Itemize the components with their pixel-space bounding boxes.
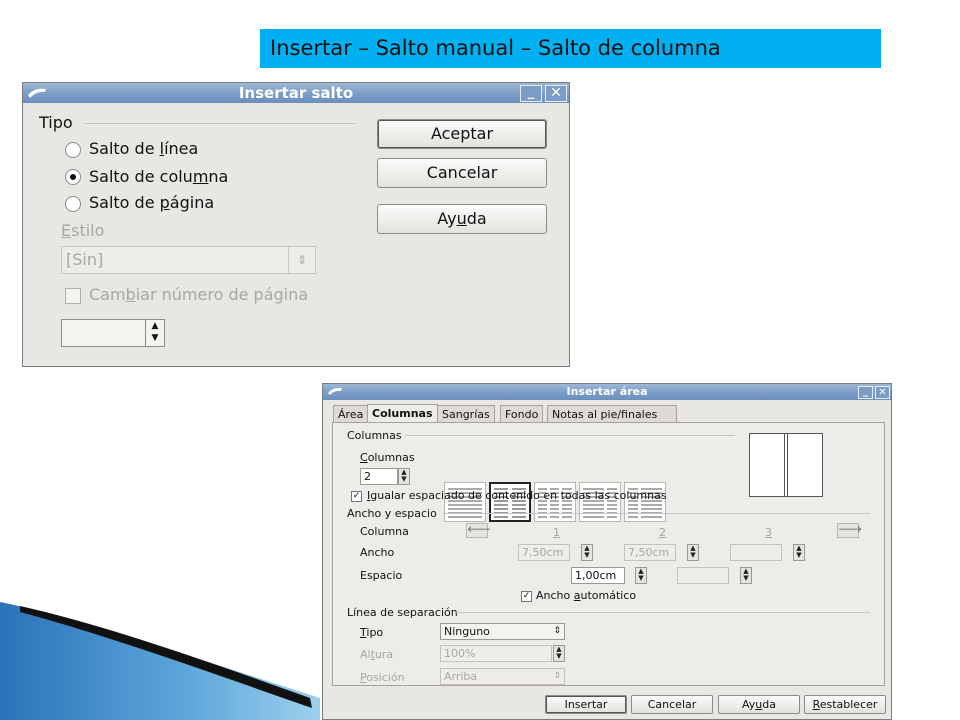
spacing-label: Espacio: [360, 569, 403, 582]
insert-button[interactable]: Insertar: [545, 695, 627, 714]
tab-footnotes[interactable]: Notas al pie/finales: [547, 405, 677, 422]
radio-column-break[interactable]: [65, 169, 81, 185]
width-spin-2-icon[interactable]: ▲ ▼: [687, 544, 699, 561]
radio-line-break-label: Salto de línea: [89, 139, 199, 158]
spacing-field-2[interactable]: [677, 567, 729, 584]
reset-button[interactable]: Restablecer: [804, 695, 886, 714]
auto-width-checkbox[interactable]: ✓: [521, 591, 532, 602]
radio-column-break-label: Salto de columna: [89, 167, 229, 186]
slide-title: Insertar – Salto manual – Salto de colum…: [260, 29, 881, 68]
preset-wide-right[interactable]: [624, 482, 666, 522]
columns-spin-icon[interactable]: ▲ ▼: [398, 468, 410, 485]
spacing-spin-1-icon[interactable]: ▲ ▼: [635, 567, 647, 584]
style-combo[interactable]: [Sin] ⇕: [61, 246, 316, 274]
column-row-label: Columna: [360, 525, 409, 538]
preset-three-columns[interactable]: [534, 482, 576, 522]
style-label: Estilo: [61, 221, 105, 240]
ok-button[interactable]: Aceptar: [377, 119, 547, 149]
tab-background[interactable]: Fondo: [500, 405, 544, 422]
app-logo-icon: [328, 387, 342, 395]
width-spin-1-icon[interactable]: ▲ ▼: [581, 544, 593, 561]
sep-type-select[interactable]: Ninguno ⇕: [440, 623, 565, 640]
auto-width-label: Ancho automático: [536, 589, 637, 602]
arrow-right-icon[interactable]: 🡒: [837, 523, 862, 538]
width-field-2[interactable]: 7,50cm: [624, 544, 676, 561]
decorative-swoosh: [0, 602, 320, 720]
tab-columns[interactable]: Columnas: [367, 404, 438, 423]
cancel-button[interactable]: Cancelar: [631, 695, 713, 714]
page-number-spin[interactable]: ▲ ▼: [61, 319, 165, 347]
width-group-label: Ancho y espacio: [347, 507, 437, 520]
spacing-field-1[interactable]: 1,00cm: [571, 567, 625, 584]
style-value: [Sin]: [66, 250, 104, 269]
radio-page-break[interactable]: [65, 196, 81, 212]
columns-count-label: Columnas: [360, 451, 415, 464]
columns-count-field[interactable]: 2: [360, 468, 398, 485]
tab-indents[interactable]: Sangrías: [437, 405, 495, 422]
column-number-2: 2: [659, 526, 666, 539]
sep-height-label: Altura: [360, 648, 394, 661]
tab-area[interactable]: Área: [333, 405, 369, 422]
width-spin-3-icon[interactable]: ▲ ▼: [793, 544, 805, 561]
combo-arrow-icon: ⇕: [288, 247, 315, 273]
change-page-number-checkbox[interactable]: [65, 288, 81, 304]
column-number-3: 3: [765, 526, 772, 539]
equalize-label: Igualar espaciado de contenido en todas …: [367, 489, 667, 502]
minimize-button[interactable]: _: [858, 386, 873, 399]
column-number-1: 1: [553, 526, 560, 539]
preset-two-columns[interactable]: [489, 482, 531, 522]
app-logo-icon: [28, 88, 46, 98]
dialog-title: Insertar salto: [238, 84, 354, 102]
select-arrows-icon: ⇕: [553, 671, 561, 681]
sep-position-select[interactable]: Arriba ⇕: [440, 668, 565, 685]
columns-panel: Columnas Columnas 2 ▲ ▼ ✓ Igualar espacia…: [332, 422, 885, 686]
sep-height-spin-icon[interactable]: ▲ ▼: [553, 645, 565, 662]
radio-page-break-label: Salto de página: [89, 193, 215, 212]
dialog-title: Insertar área: [566, 385, 648, 398]
sep-height-field[interactable]: 100%: [440, 645, 552, 662]
dialog-titlebar: Insertar salto _ ✕: [23, 83, 569, 103]
preset-wide-left[interactable]: [579, 482, 621, 522]
spacing-spin-2-icon[interactable]: ▲ ▼: [740, 567, 752, 584]
sep-type-label: Tipo: [360, 626, 384, 639]
column-preview: [749, 433, 823, 497]
cancel-button[interactable]: Cancelar: [377, 158, 547, 188]
insert-section-dialog: Insertar área _ ✕ Área Columnas Sangrías…: [322, 383, 892, 720]
dialog-titlebar: Insertar área _ ✕: [323, 384, 891, 400]
radio-line-break[interactable]: [65, 142, 81, 158]
sep-position-label: Posición: [360, 671, 405, 684]
help-button[interactable]: Ayuda: [718, 695, 800, 714]
width-field-1[interactable]: 7,50cm: [518, 544, 570, 561]
close-button[interactable]: ✕: [875, 386, 890, 399]
preset-one-column[interactable]: [444, 482, 486, 522]
insert-break-dialog: Insertar salto _ ✕ Tipo Salto de línea S…: [22, 82, 570, 367]
columns-group-label: Columnas: [347, 429, 402, 442]
select-arrows-icon: ⇕: [553, 626, 561, 636]
change-page-number-label: Cambiar número de página: [89, 285, 309, 304]
spin-arrows-icon[interactable]: ▲ ▼: [145, 320, 164, 346]
width-field-3[interactable]: [730, 544, 782, 561]
width-label: Ancho: [360, 546, 395, 559]
separator-group-label: Línea de separación: [347, 606, 458, 619]
minimize-button[interactable]: _: [520, 85, 542, 102]
equalize-checkbox[interactable]: ✓: [351, 491, 362, 502]
arrow-left-icon[interactable]: 🡐: [466, 523, 491, 538]
close-button[interactable]: ✕: [545, 85, 567, 102]
type-group-label: Tipo: [39, 113, 73, 132]
help-button[interactable]: Ayuda: [377, 204, 547, 234]
